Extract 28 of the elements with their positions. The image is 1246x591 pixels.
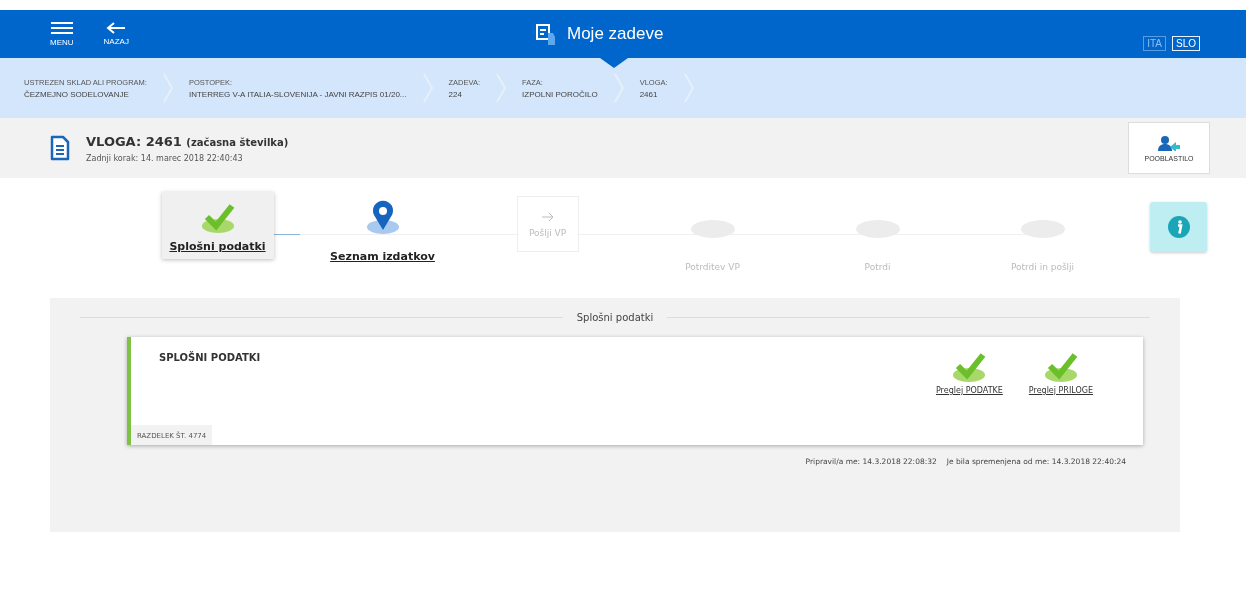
breadcrumb-value[interactable]: 224 (448, 89, 481, 99)
step-label: Potrditev VP (685, 262, 740, 272)
breadcrumb-value[interactable]: ČEZMEJNO SODELOVANJE (24, 89, 147, 99)
page-title: Moje zadeve (567, 24, 664, 44)
review-link[interactable]: Preglej PRILOGE (1028, 349, 1093, 445)
breadcrumb-value[interactable]: IZPOLNI POROČILO (522, 89, 598, 99)
section-heading: Splošni podatki (576, 312, 654, 323)
last-step-text: Zadnji korak: 14. marec 2018 22:40:43 (86, 153, 244, 163)
document-hand-icon (535, 23, 557, 45)
review-link[interactable]: Preglej PODATKE (935, 349, 1003, 445)
back-arrow-icon (106, 22, 127, 34)
info-button[interactable] (1150, 202, 1207, 252)
menu-button[interactable]: MENU (50, 21, 74, 47)
arrow-right-icon (540, 212, 555, 222)
document-icon (50, 135, 70, 161)
step-tab[interactable]: Seznam izdatkov (322, 192, 443, 269)
language-button[interactable]: SLO (1172, 35, 1200, 51)
card-title: SPLOŠNI PODATKI (159, 352, 261, 363)
info-icon (1167, 216, 1190, 238)
breadcrumb-value[interactable]: 2461 (639, 89, 668, 99)
person-arrow-icon (1157, 134, 1181, 151)
menu-icon (50, 21, 73, 35)
breadcrumb-value[interactable]: INTERREG V-A ITALIA-SLOVENIJA - JAVNI RAZPIS 01/20... (188, 89, 407, 99)
step-tab[interactable]: Splošni podatki (161, 192, 274, 259)
application-title: VLOGA: 2461 (začasna številka) (86, 133, 289, 149)
step-label: Potrdi in pošlji (1010, 262, 1075, 272)
step-label: Potrdi (864, 262, 891, 272)
back-button[interactable]: NAZAJ (103, 22, 129, 46)
